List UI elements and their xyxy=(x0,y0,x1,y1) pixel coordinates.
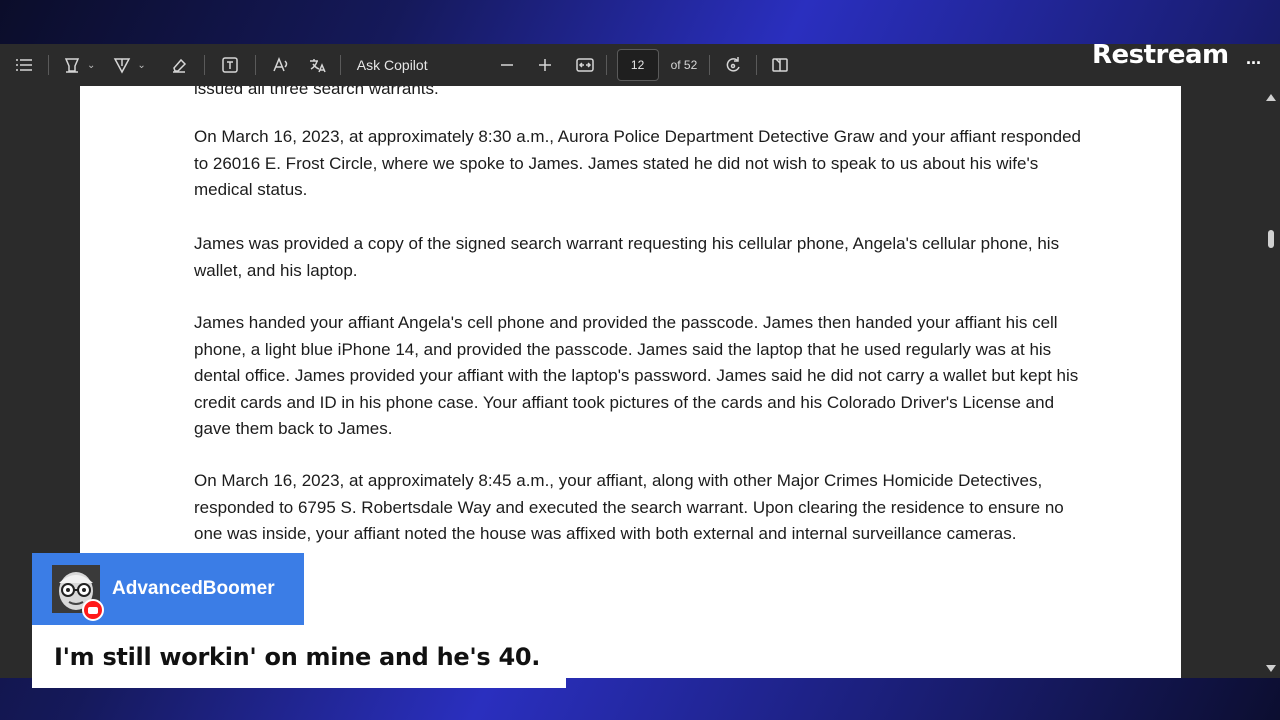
toolbar-separator xyxy=(709,55,711,75)
read-aloud-icon xyxy=(273,57,288,72)
chat-message-text: I'm still workin' on mine and he's 40. xyxy=(54,642,541,671)
paragraph: On March 16, 2023, at approximately 8:30… xyxy=(194,127,1081,199)
page-count-label: of 52 xyxy=(670,58,698,72)
page-view-icon xyxy=(772,58,789,72)
toolbar-separator xyxy=(48,55,49,75)
translate-button[interactable] xyxy=(308,50,326,80)
add-text-button[interactable] xyxy=(221,50,239,80)
page-view-button[interactable] xyxy=(771,50,789,80)
paragraph: On March 16, 2023, at approximately 8:45… xyxy=(194,471,1064,543)
rotate-icon xyxy=(727,57,740,72)
avatar xyxy=(52,565,104,621)
fit-width-button[interactable] xyxy=(575,50,594,80)
scroll-thumb[interactable] xyxy=(1268,230,1274,248)
pdf-toolbar: ⌄ ⌄ Ask Copilot 12 of 52 xyxy=(0,44,1280,86)
page-number-input[interactable]: 12 xyxy=(616,49,659,81)
eraser-icon xyxy=(172,58,186,73)
read-aloud-button[interactable] xyxy=(272,50,290,80)
youtube-icon xyxy=(82,599,104,621)
scroll-up-arrow-icon[interactable] xyxy=(1266,94,1276,101)
minus-icon xyxy=(500,64,513,66)
restream-logo: Restream xyxy=(1092,40,1229,70)
pen-icon xyxy=(114,58,131,74)
toolbar-separator xyxy=(756,55,758,75)
chat-username: AdvancedBoomer xyxy=(112,578,275,599)
zoom-in-button[interactable] xyxy=(536,50,554,80)
paragraph: James handed your affiant Angela's cell … xyxy=(194,313,1079,438)
paragraph: James was provided a copy of the signed … xyxy=(194,234,1060,280)
scroll-down-arrow-icon[interactable] xyxy=(1266,665,1276,672)
highlighter-icon xyxy=(64,58,80,73)
toolbar-separator xyxy=(254,55,256,75)
chevron-down-icon: ⌄ xyxy=(137,59,146,71)
toolbar-separator xyxy=(203,55,205,75)
highlight-tool-button[interactable]: ⌄ xyxy=(63,50,95,80)
rotate-button[interactable] xyxy=(724,50,742,80)
chat-overlay-message: I'm still workin' on mine and he's 40. xyxy=(32,625,566,688)
erase-button[interactable] xyxy=(170,50,188,80)
more-options-icon[interactable]: ... xyxy=(1246,48,1261,69)
ask-copilot-button[interactable]: Ask Copilot xyxy=(345,50,440,80)
toolbar-separator xyxy=(605,55,607,75)
contents-icon[interactable] xyxy=(14,50,34,80)
fit-width-icon xyxy=(575,58,594,72)
paragraph-partial: issued all three search warrants. xyxy=(194,86,439,98)
translate-icon xyxy=(309,59,326,73)
chat-overlay-header: AdvancedBoomer xyxy=(32,553,304,625)
text-box-icon xyxy=(222,57,238,73)
chevron-down-icon: ⌄ xyxy=(87,59,96,71)
draw-tool-button[interactable]: ⌄ xyxy=(113,50,146,80)
toolbar-separator xyxy=(339,55,341,75)
vertical-scrollbar[interactable] xyxy=(1262,86,1280,678)
zoom-out-button[interactable] xyxy=(498,50,516,80)
plus-icon xyxy=(538,59,551,71)
